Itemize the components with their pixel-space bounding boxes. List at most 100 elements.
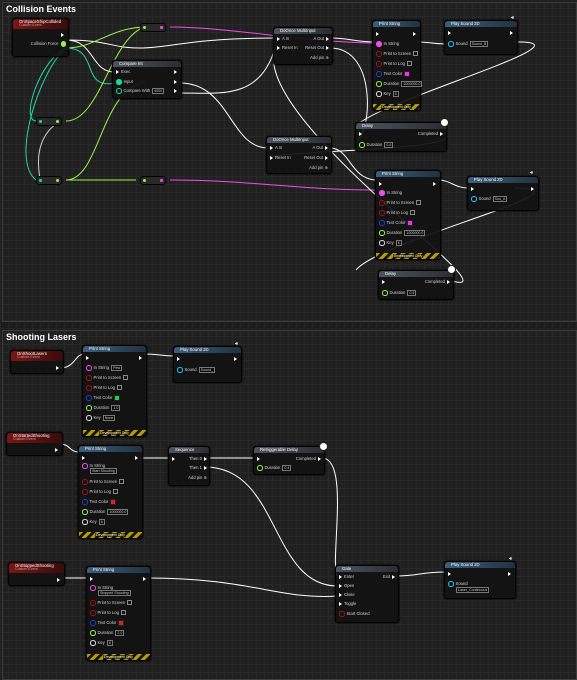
exec-out-pin[interactable]	[135, 455, 140, 460]
sound-pin[interactable]: Sound Sound_	[177, 367, 215, 373]
exec-in-pin[interactable]	[359, 131, 364, 136]
exec-out-pin[interactable]	[413, 31, 418, 36]
open-pin[interactable]: Open	[339, 583, 354, 588]
reset-out-pin[interactable]: Reset Out	[305, 45, 329, 50]
event-node-started[interactable]: OnStartedShooting Custom Event	[6, 432, 63, 456]
event-node-stopped[interactable]: OnStoppedShooting Custom Event	[8, 562, 65, 586]
exec-out-pin[interactable]	[234, 356, 239, 361]
event-node-lasers[interactable]: OnShootLasers Custom Event	[10, 350, 64, 374]
start-closed-pin[interactable]: Start Closed	[339, 611, 370, 617]
exec-out-pin[interactable]	[57, 577, 62, 582]
exec-out-pin[interactable]	[143, 576, 148, 581]
print-string-node-lasers[interactable]: Print String In String Pew Print to Scree…	[82, 345, 147, 437]
sequence-node[interactable]: Sequence Then 0 Then 1 Add pin ⊕	[168, 446, 210, 486]
exec-in-pin[interactable]	[448, 571, 453, 576]
print-to-log-pin[interactable]: Print to Log	[376, 61, 412, 67]
exec-out-pin[interactable]	[531, 186, 536, 191]
exit-pin[interactable]: Exit	[383, 574, 395, 579]
exec-in-pin[interactable]	[382, 279, 387, 284]
exec-out-greater[interactable]	[174, 69, 179, 74]
key-pin[interactable]: Key 5	[376, 91, 399, 97]
print-to-log-pin[interactable]: Print to Log	[90, 610, 126, 616]
duration-pin[interactable]: Duration 0.4	[257, 465, 292, 471]
then0-pin[interactable]: Then 0	[189, 456, 207, 461]
a-in-pin[interactable]: A In	[277, 36, 289, 41]
in-string-pin[interactable]: In String Pew	[86, 365, 123, 371]
play-sound-node-b[interactable]: Play Sound 2D Sound Sou_A	[467, 176, 539, 211]
key-pin[interactable]: Key 8	[90, 640, 113, 646]
print-to-screen-pin[interactable]: Print to Screen	[86, 375, 129, 381]
exec-in-pin[interactable]	[172, 456, 177, 461]
exec-in-pin[interactable]	[379, 181, 384, 186]
print-string-node-b[interactable]: Print String In String Print to Screen P…	[375, 170, 441, 260]
exec-in-pin[interactable]	[86, 355, 91, 360]
print-to-screen-pin[interactable]: Print to Screen	[379, 200, 422, 206]
exec-out-pin[interactable]	[56, 365, 61, 370]
do-once-multi-node[interactable]: DoOnce MultiInput A In A Out Reset In Re…	[273, 27, 333, 65]
exec-in-pin[interactable]	[471, 186, 476, 191]
duration-pin[interactable]: Duration 0.5	[359, 142, 394, 148]
add-pin-button[interactable]: Add pin ⊕	[309, 165, 328, 170]
print-to-log-pin[interactable]: Print to Log	[86, 385, 122, 391]
reroute-node[interactable]	[140, 176, 166, 185]
key-pin[interactable]: Key None	[86, 415, 116, 421]
sound-pin[interactable]: Sound Sound_B	[448, 41, 489, 47]
exec-out-pin[interactable]	[61, 32, 66, 37]
input-pin[interactable]: Input	[116, 79, 133, 85]
key-pin[interactable]: Key 6	[379, 240, 402, 246]
do-once-multi-node-b[interactable]: DoOnce MultiInput A In A Out Reset In Re…	[266, 136, 332, 174]
duration-pin[interactable]: Duration 0.5	[382, 290, 417, 296]
reset-in-pin[interactable]: Reset In	[270, 155, 291, 160]
exec-in-pin[interactable]	[376, 31, 381, 36]
exec-in-pin[interactable]	[82, 455, 87, 460]
print-to-screen-pin[interactable]: Print to Screen	[82, 479, 125, 485]
in-string-pin[interactable]: In String	[379, 190, 402, 196]
key-pin[interactable]: Key 8	[82, 519, 105, 525]
add-pin-button[interactable]: Add pin ⊕	[188, 475, 207, 480]
print-to-screen-pin[interactable]: Print to Screen	[376, 51, 419, 57]
exec-out-equal[interactable]	[174, 79, 179, 84]
exec-in-pin[interactable]	[177, 356, 182, 361]
duration-pin[interactable]: Duration 1000000.0	[379, 230, 426, 236]
in-string-value[interactable]: Stopped Shooting	[96, 590, 131, 596]
exec-out-pin[interactable]	[55, 447, 60, 452]
reroute-node[interactable]	[140, 23, 166, 32]
print-to-log-pin[interactable]: Print to Log	[82, 489, 118, 495]
compare-with-pin[interactable]: Compare With 4000	[116, 88, 165, 94]
a-out-pin[interactable]: A Out	[314, 36, 329, 41]
a-in-pin[interactable]: A In	[270, 145, 282, 150]
reset-in-pin[interactable]: Reset In	[277, 45, 298, 50]
toggle-pin[interactable]: Toggle	[339, 601, 356, 606]
print-string-node-stopped[interactable]: Print String In String Stopped Shooting …	[86, 566, 151, 661]
exec-in-pin[interactable]	[90, 576, 95, 581]
exec-out-less[interactable]	[174, 88, 179, 93]
print-to-screen-pin[interactable]: Print to Screen	[90, 600, 133, 606]
then1-pin[interactable]: Then 1	[189, 465, 207, 470]
add-pin-button[interactable]: Add pin ⊕	[310, 55, 329, 60]
text-color-pin[interactable]: Text Color	[86, 395, 121, 401]
duration-pin[interactable]: Duration 1000000.0	[82, 509, 129, 515]
text-color-pin[interactable]: Text Color	[90, 620, 125, 626]
print-to-log-pin[interactable]: Print to Log	[379, 210, 415, 216]
exec-out-pin[interactable]	[433, 181, 438, 186]
delay-node-b[interactable]: Delay Completed Duration 0.5	[378, 270, 454, 300]
text-color-pin[interactable]: Text Color	[379, 220, 414, 226]
reroute-node[interactable]	[36, 176, 62, 185]
reset-out-pin[interactable]: Reset Out	[304, 155, 328, 160]
compare-int-node[interactable]: Compare Int Exec Input Compare With 4000	[112, 60, 182, 99]
exec-out-pin[interactable]	[508, 571, 513, 576]
delay-node-a[interactable]: Delay Completed Duration 0.5	[355, 122, 447, 152]
collision-force-pin[interactable]: Collision Force	[31, 41, 66, 47]
sound-pin[interactable]: Sound	[448, 581, 468, 587]
completed-pin[interactable]: Completed	[425, 279, 450, 284]
enter-pin[interactable]: Enter	[339, 574, 354, 579]
text-color-pin[interactable]: Text Color	[82, 499, 117, 505]
close-pin[interactable]: Close	[339, 592, 355, 597]
sound-pin[interactable]: Sound Sou_A	[471, 196, 508, 202]
exec-out-pin[interactable]	[139, 355, 144, 360]
retriggerable-delay-node[interactable]: Retriggerable Delay Completed Duration 0.…	[253, 446, 325, 475]
duration-pin[interactable]: Duration 1.0	[86, 405, 121, 411]
print-string-node-a[interactable]: Print String In String Print to Screen P…	[372, 20, 423, 111]
reroute-node[interactable]	[36, 117, 62, 126]
duration-pin[interactable]: Duration 1000000.0	[376, 81, 423, 87]
